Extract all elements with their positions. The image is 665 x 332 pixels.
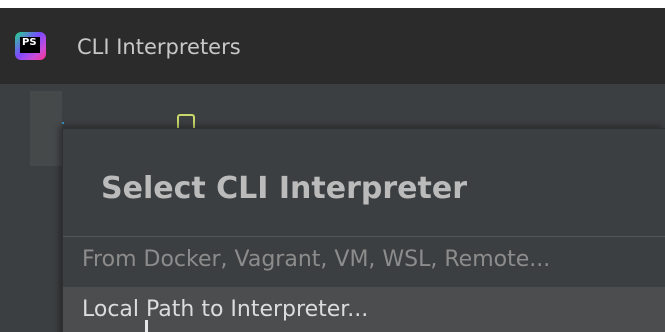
phpstorm-app-icon: PS [15,32,46,60]
window-title: CLI Interpreters [77,35,241,59]
text-cursor-icon [145,320,148,332]
app-icon-label: PS [20,37,40,53]
interpreter-list-panel [30,91,62,166]
select-interpreter-popup: Select CLI Interpreter From Docker, Vagr… [62,128,665,332]
option-local-path-interpreter[interactable]: Local Path to Interpreter... [63,287,665,332]
title-bar: PS CLI Interpreters [0,8,665,84]
option-remote-interpreter[interactable]: From Docker, Vagrant, VM, WSL, Remote... [63,237,665,283]
popup-title: Select CLI Interpreter [101,171,467,206]
copy-icon[interactable] [177,114,207,128]
cli-interpreters-window: PS CLI Interpreters Select CLI Interpret… [0,8,665,332]
